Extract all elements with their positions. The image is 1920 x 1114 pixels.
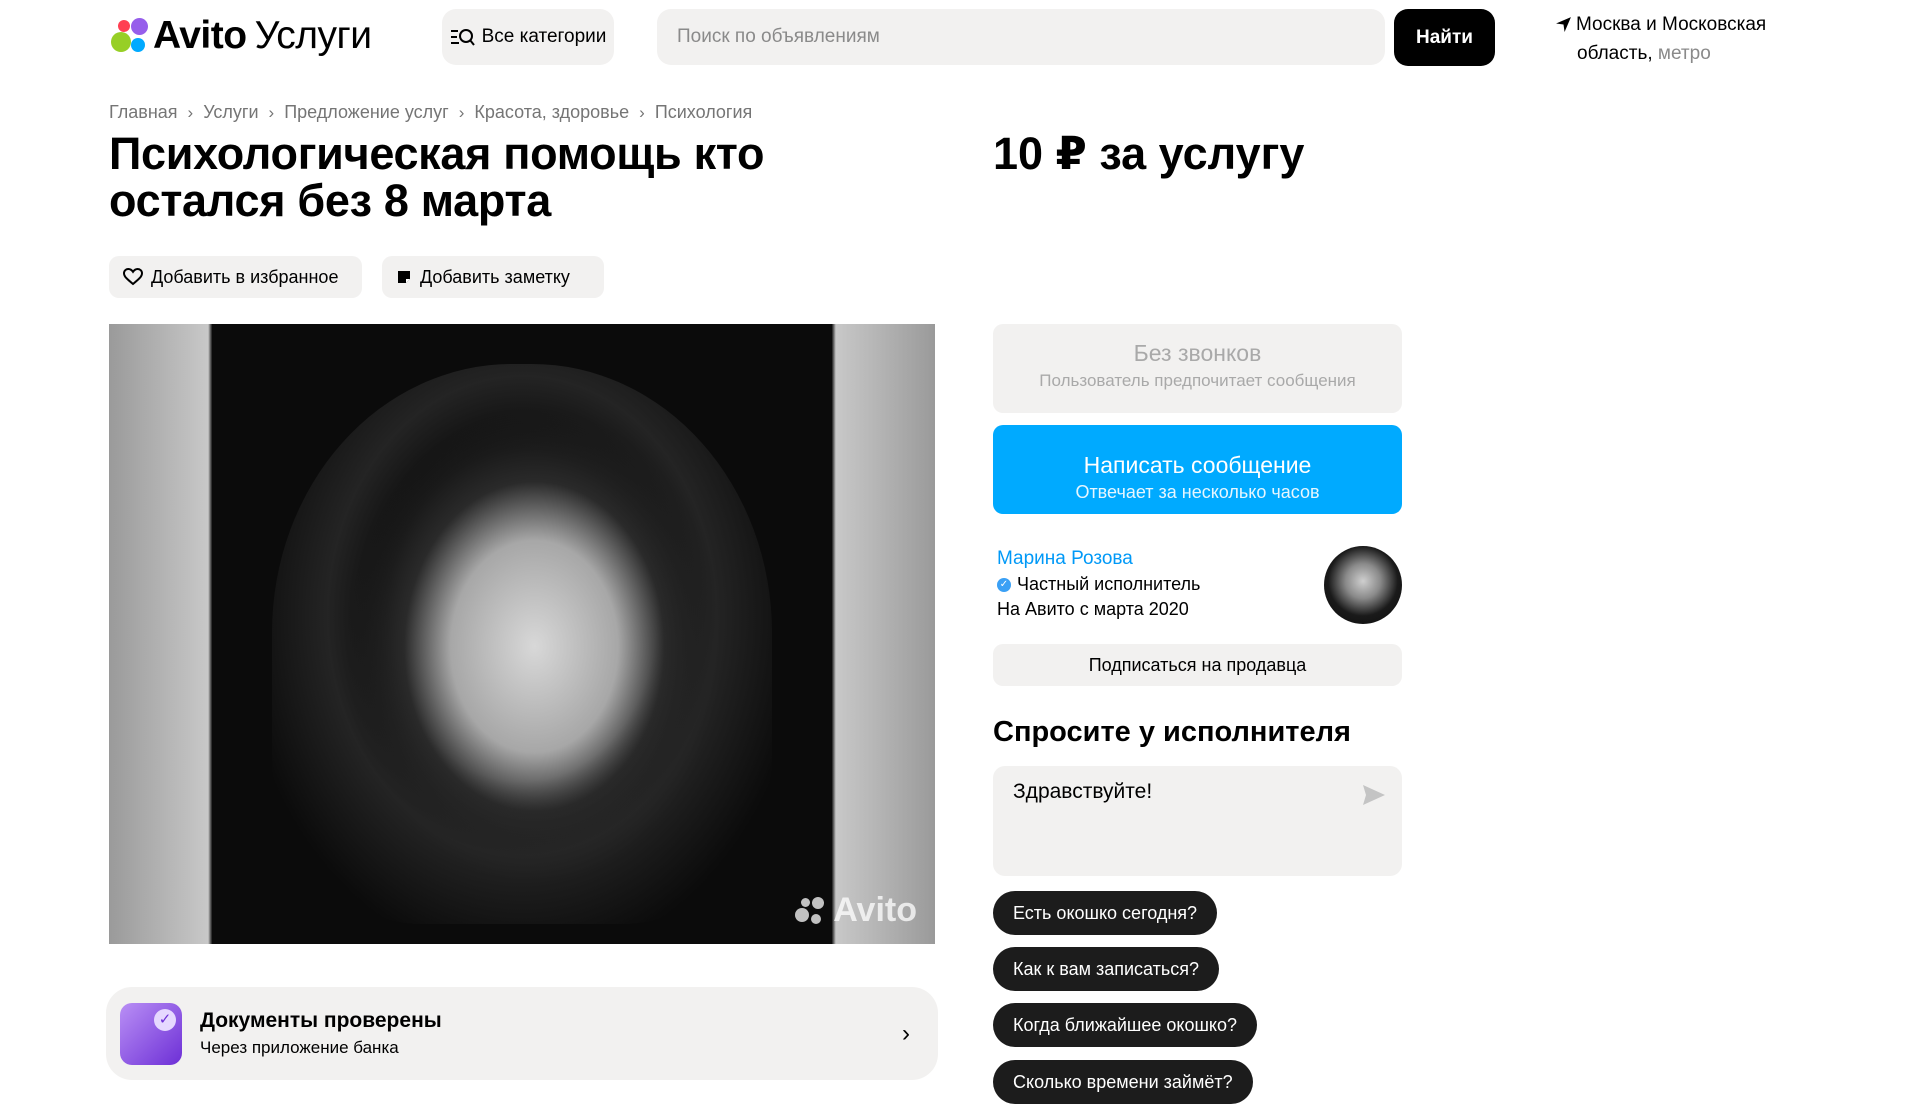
subscribe-seller-button[interactable]: Подписаться на продавца <box>993 644 1402 686</box>
quick-question-chip[interactable]: Как к вам записаться? <box>993 947 1220 991</box>
logo-brand: Avito <box>153 14 247 57</box>
documents-check-icon: ✓ <box>120 1002 182 1065</box>
location-metro[interactable]: метро <box>1658 43 1711 64</box>
categories-search-icon <box>450 29 475 46</box>
location-arrow-icon <box>1556 17 1571 32</box>
quick-question-chip[interactable]: Когда ближайшее окошко? <box>993 1003 1258 1047</box>
quick-question-chip[interactable]: Сколько времени займёт? <box>993 1060 1253 1104</box>
location-region: Москва и Московская <box>1576 14 1767 35</box>
documents-title: Документы проверены <box>200 1009 442 1032</box>
search-input[interactable] <box>657 9 1385 65</box>
avito-logo[interactable]: Avito Услуги <box>109 14 372 58</box>
breadcrumb-item[interactable]: Красота, здоровье <box>474 102 629 123</box>
breadcrumb-separator-icon: › <box>458 102 465 122</box>
logo-service: Услуги <box>254 14 372 57</box>
seller-info: Марина Розова ✓ Частный исполнитель На А… <box>997 546 1402 626</box>
verified-icon: ✓ <box>997 577 1011 592</box>
documents-subtitle: Через приложение банка <box>200 1038 399 1057</box>
photo-hair <box>272 364 772 924</box>
location-region-cont: область, <box>1577 43 1653 64</box>
logo-text: Avito Услуги <box>153 14 372 58</box>
breadcrumb-item[interactable]: Психология <box>655 102 753 123</box>
breadcrumb-separator-icon: › <box>639 102 645 122</box>
page-title: Психологическая помощь кто остался без 8… <box>109 128 765 226</box>
add-note-label: Добавить заметку <box>420 266 570 287</box>
all-categories-button[interactable]: Все категории <box>442 9 614 65</box>
breadcrumb-separator-icon: › <box>268 102 275 122</box>
quick-question-chip[interactable]: Есть окошко сегодня? <box>993 891 1218 935</box>
no-calls-subtitle: Пользователь предпочитает сообщения <box>1039 371 1356 390</box>
chevron-right-icon: › <box>902 1019 910 1047</box>
note-icon <box>398 271 410 283</box>
find-button[interactable]: Найти <box>1394 9 1495 66</box>
breadcrumb-item[interactable]: Предложение услуг <box>284 102 449 123</box>
avito-watermark: Avito <box>795 891 917 930</box>
heart-icon <box>123 268 143 286</box>
no-calls-notice: Без звонков Пользователь предпочитает со… <box>993 324 1402 413</box>
logo-dots-icon <box>109 16 149 56</box>
breadcrumb-item[interactable]: Услуги <box>203 102 258 123</box>
price: 10 ₽ за услугу <box>993 128 1305 179</box>
avatar[interactable] <box>1324 546 1402 624</box>
add-to-favorites-button[interactable]: Добавить в избранное <box>109 256 362 298</box>
message-input[interactable]: Здравствуйте! <box>993 766 1402 876</box>
breadcrumb-item[interactable]: Главная <box>109 102 178 123</box>
breadcrumb: Главная › Услуги › Предложение услуг › К… <box>109 102 752 123</box>
seller-type-label: Частный исполнитель <box>1017 574 1201 594</box>
write-message-button[interactable]: Написать сообщение Отвечает за несколько… <box>993 425 1402 514</box>
watermark-dots-icon <box>795 896 829 926</box>
add-to-favorites-label: Добавить в избранное <box>151 266 339 287</box>
ask-seller-title: Спросите у исполнителя <box>993 716 1351 748</box>
add-note-button[interactable]: Добавить заметку <box>382 256 604 298</box>
breadcrumb-separator-icon: › <box>187 102 194 122</box>
no-calls-title: Без звонков <box>1133 340 1262 366</box>
watermark-text: Avito <box>833 891 917 929</box>
photo-portrait <box>212 324 832 944</box>
write-message-subtitle: Отвечает за несколько часов <box>1075 482 1320 502</box>
send-icon[interactable] <box>1362 784 1386 806</box>
location-selector[interactable]: Москва и Московская область, метро <box>1555 10 1815 68</box>
all-categories-label: Все категории <box>481 26 607 47</box>
documents-verified-card[interactable]: ✓ Документы проверены Через приложение б… <box>106 987 938 1080</box>
ask-message-box: Здравствуйте! <box>993 766 1402 876</box>
write-message-title: Написать сообщение <box>1083 452 1312 478</box>
listing-photo[interactable]: Avito <box>109 324 935 944</box>
